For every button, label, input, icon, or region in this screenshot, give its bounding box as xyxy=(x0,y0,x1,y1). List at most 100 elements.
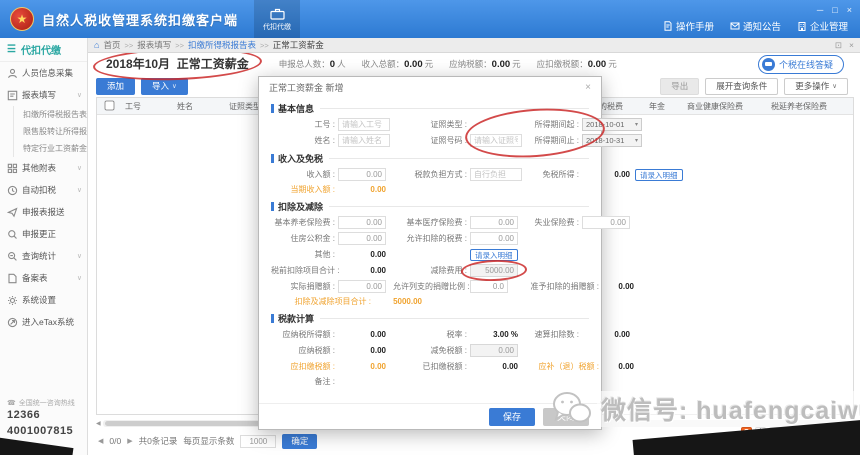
stat-tax-payable: 应纳税额0.00元 xyxy=(449,58,521,70)
sidebar-item-declaration-correct[interactable]: 申报更正 xyxy=(0,223,87,245)
taxfree-detail-button[interactable]: 请录入明细 xyxy=(635,168,683,181)
sidebar-item-auto-withholding[interactable]: 自动扣税 ∨ xyxy=(0,179,87,201)
dialog-title: 正常工资薪金 新增 xyxy=(269,82,344,93)
tab-close-icon[interactable]: × xyxy=(849,40,854,51)
period-start-select[interactable]: 2018-10-01 ▾ xyxy=(582,118,642,131)
page-size-confirm-button[interactable]: 确定 xyxy=(282,433,318,449)
taxfree-income-value: 0.00 xyxy=(614,170,630,179)
breadcrumb-item-current: 正常工资薪金 xyxy=(272,40,324,50)
prev-page-icon[interactable]: ◀ xyxy=(98,437,103,445)
deduction-total-value: 5000.00 xyxy=(393,297,422,306)
other-detail-button[interactable]: 请录入明细 xyxy=(470,248,518,261)
header-link-notices[interactable]: 通知公告 xyxy=(730,19,781,33)
taxable-income-value: 0.00 xyxy=(370,330,386,339)
remark-input[interactable] xyxy=(393,376,589,396)
header-link-manual[interactable]: 操作手册 xyxy=(663,19,714,33)
breadcrumb-separator: >> xyxy=(124,40,134,50)
page-size-input[interactable] xyxy=(240,434,277,448)
file-icon xyxy=(7,273,18,284)
section-deduction: 扣除及减除 xyxy=(271,200,589,213)
add-record-dialog: 正常工资薪金 新增 × 基本信息 工号 证照类型 所得期间起 2018-10-0… xyxy=(258,76,683,430)
section-basic-info: 基本信息 xyxy=(271,102,589,115)
sidebar-item-system-settings[interactable]: 系统设置 xyxy=(0,289,87,311)
more-actions-button[interactable]: 更多操作 ∨ xyxy=(784,77,848,95)
name-input[interactable] xyxy=(338,134,390,147)
breadcrumb-item-withholding-report[interactable]: 扣缴所得税报告表 xyxy=(188,39,256,51)
tab-expand-icon[interactable]: ⊡ xyxy=(835,40,842,51)
page-title: 2018年10月 正常工资薪金 xyxy=(106,57,249,71)
unemployment-input[interactable] xyxy=(582,216,630,229)
medical-input[interactable] xyxy=(470,216,518,229)
sidebar-subitem-special-industry-report[interactable]: 特定行业工资薪金报告表 xyxy=(14,140,87,157)
app-header: ★ 自然人税收管理系统扣缴客户端 代扣代缴 ─ □ × 操作手册 通知公告 企业… xyxy=(0,0,860,38)
breadcrumb-separator: >> xyxy=(260,40,269,50)
sidebar-item-personnel-info[interactable]: 人员信息采集 xyxy=(0,62,87,84)
breadcrumb-item-report-fill[interactable]: 报表填写 xyxy=(137,39,171,51)
scroll-left-icon[interactable]: ◀ xyxy=(96,420,101,427)
module-tab-withholding[interactable]: 代扣代缴 xyxy=(254,0,301,38)
sidebar-item-other-schedules[interactable]: 其他附表 ∨ xyxy=(0,157,87,179)
qa-chat-icon xyxy=(761,57,775,71)
tax-balance-value: 0.00 xyxy=(618,362,634,371)
chevron-down-icon: ∨ xyxy=(76,275,82,282)
add-button[interactable]: 添加 xyxy=(96,77,136,95)
chevron-down-icon: ∨ xyxy=(832,83,837,90)
total-records: 共0条记录 xyxy=(138,436,178,446)
current-income-value: 0.00 xyxy=(370,185,386,194)
cert-no-input[interactable] xyxy=(470,134,522,147)
gear-icon xyxy=(7,295,18,306)
hotline-label: 全国统一咨询热线 xyxy=(18,400,75,408)
select-all-checkbox[interactable] xyxy=(104,100,115,110)
deductible-taxes-input[interactable] xyxy=(470,232,518,245)
emp-no-input[interactable] xyxy=(338,118,390,131)
next-page-icon[interactable]: ▶ xyxy=(127,437,132,445)
magnifier-icon xyxy=(7,229,18,240)
income-input[interactable] xyxy=(338,168,386,181)
tax-qa-button[interactable]: 个税在线答疑 xyxy=(757,54,844,74)
sidebar-item-enter-etax[interactable]: 进入eTax系统 xyxy=(0,311,87,333)
sidebar-item-query-statistics[interactable]: 查询统计 ∨ xyxy=(0,245,87,267)
column-header-annuity: 年金 xyxy=(649,101,665,111)
home-icon[interactable]: ⌂ xyxy=(94,40,99,50)
donation-input[interactable] xyxy=(338,280,386,293)
export-button[interactable]: 导出 xyxy=(660,77,700,95)
breadcrumb-item-home[interactable]: 首页 xyxy=(103,39,120,51)
donation-ratio-input[interactable] xyxy=(470,280,508,293)
dialog-title-bar: 正常工资薪金 新增 × xyxy=(259,77,601,97)
star-icon: ★ xyxy=(16,12,28,26)
chevron-down-icon: ▾ xyxy=(634,138,638,144)
pension-input[interactable] xyxy=(338,216,386,229)
phone-icon: ☎ xyxy=(7,400,16,408)
import-button[interactable]: 导入 ∨ xyxy=(141,77,188,95)
section-income: 收入及免税 xyxy=(271,152,589,165)
sidebar-item-filing-forms[interactable]: 备案表 ∨ xyxy=(0,267,87,289)
section-tax-calc: 税款计算 xyxy=(271,312,589,325)
allowed-donation-value: 0.00 xyxy=(618,282,634,291)
window-close-button[interactable]: × xyxy=(847,5,852,15)
save-button[interactable]: 保存 xyxy=(489,407,535,426)
sidebar-subitem-restricted-shares-report[interactable]: 限售股转让所得报告表 xyxy=(14,123,87,140)
clock-sync-icon xyxy=(7,185,18,196)
tax-relief-input[interactable] xyxy=(470,344,518,357)
standard-deduction-input[interactable] xyxy=(470,264,518,277)
minimize-button[interactable]: ─ xyxy=(817,5,823,15)
sidebar-item-report-fill[interactable]: 报表填写 ∨ xyxy=(0,84,87,106)
tax-burden-input[interactable] xyxy=(470,168,522,181)
external-link-icon xyxy=(7,317,18,328)
maximize-button[interactable]: □ xyxy=(832,5,837,15)
module-tab-label: 代扣代缴 xyxy=(263,23,292,31)
chevron-down-icon: ∨ xyxy=(172,83,177,90)
header-link-enterprise[interactable]: 企业管理 xyxy=(797,19,848,33)
housing-fund-input[interactable] xyxy=(338,232,386,245)
dialog-close-icon[interactable]: × xyxy=(585,82,591,93)
column-header-name: 姓名 xyxy=(177,101,193,111)
sidebar-subitem-withholding-tax-report[interactable]: 扣缴所得税报告表 xyxy=(14,106,87,123)
per-page-label: 每页显示条数 xyxy=(183,436,235,446)
period-end-select[interactable]: 2018-10-31 ▾ xyxy=(582,134,642,147)
chevron-down-icon: ∨ xyxy=(76,253,82,260)
expand-query-button[interactable]: 展开查询条件 xyxy=(705,77,779,95)
stat-total-income: 收入总额0.00元 xyxy=(362,58,434,70)
sidebar-item-declaration-submit[interactable]: 申报表报送 xyxy=(0,201,87,223)
hamburger-icon[interactable]: ☰ xyxy=(7,44,16,55)
close-button[interactable]: 关闭 xyxy=(543,407,589,426)
